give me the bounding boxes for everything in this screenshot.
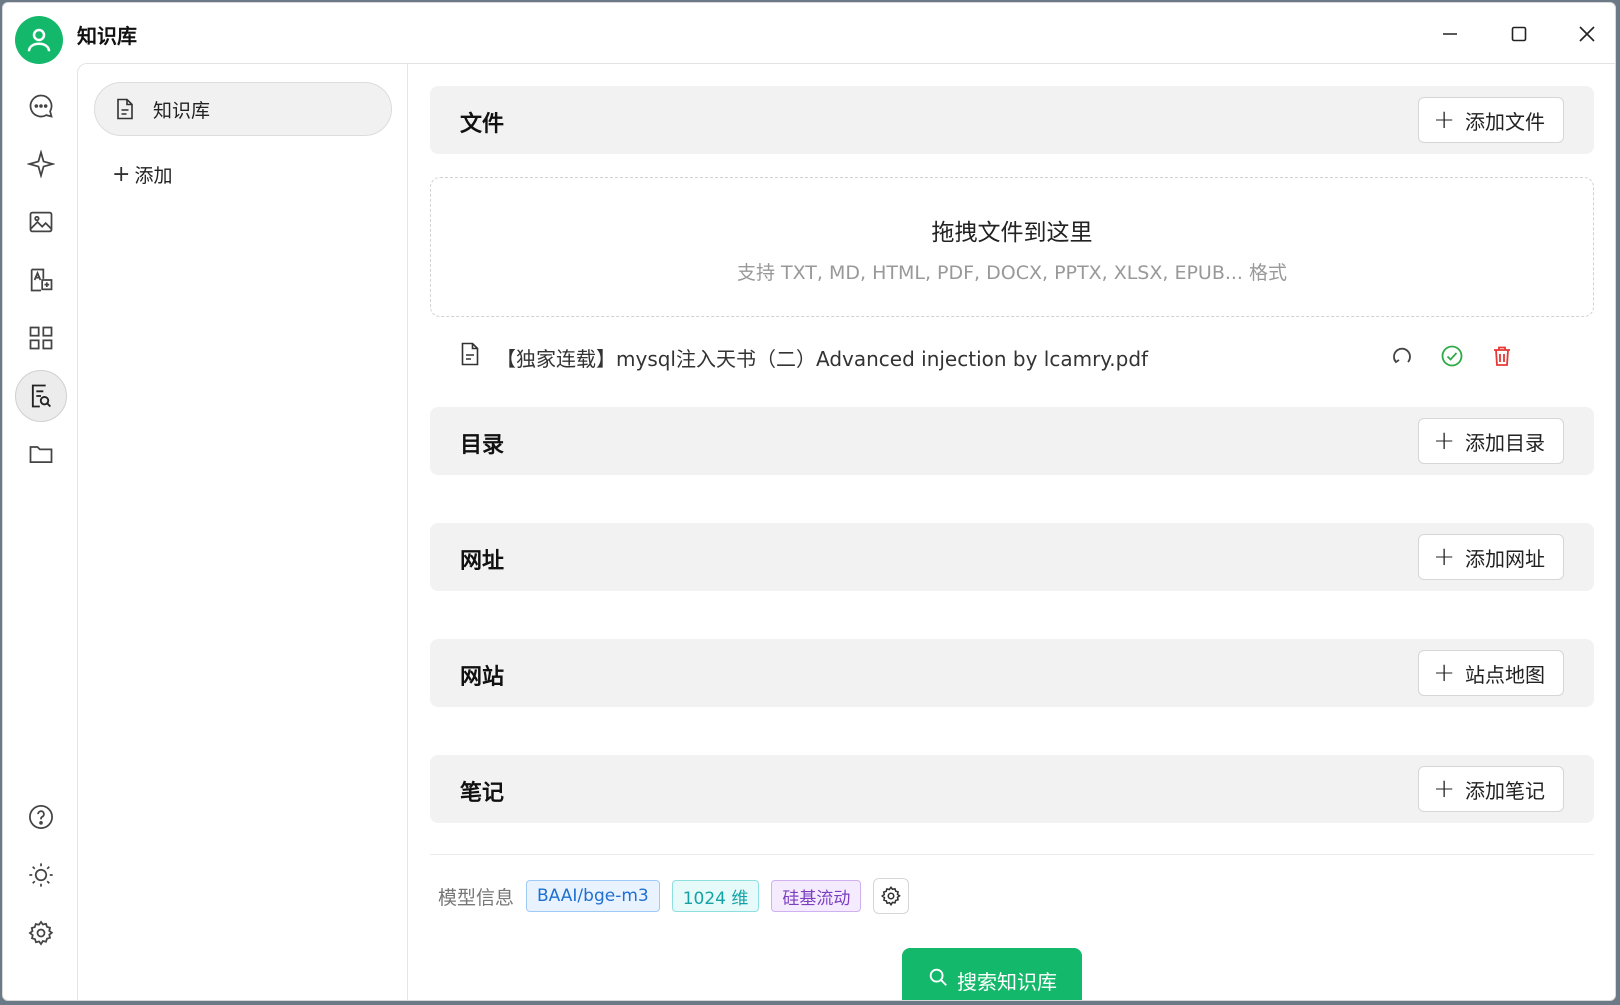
nav-settings[interactable] [15,907,67,959]
dropzone-title: 拖拽文件到这里 [931,220,1093,246]
model-settings-button[interactable] [873,878,910,914]
add-file-button[interactable]: + 添加文件 [1418,97,1564,143]
maximize-icon [1511,26,1527,42]
add-note-label: 添加笔记 [1465,778,1545,803]
minimize-icon [1443,33,1457,35]
document-icon [117,98,133,120]
main-panel: 知识库 + 添加 文件 + 添加文件 拖拽文件到这里 支持 TXT, MD, H… [77,63,1615,1000]
app-window: 知识库 知识库 + 添加 文件 + 添加文件 拖拽文件到这里 支持 TXT, M… [2,2,1616,1001]
nav-chat[interactable] [15,80,67,132]
notes-section-header: 笔记 + 添加笔记 [430,755,1594,823]
file-dropzone[interactable]: 拖拽文件到这里 支持 TXT, MD, HTML, PDF, DOCX, PPT… [430,177,1594,317]
window-title: 知识库 [77,24,137,48]
sun-icon [29,863,53,887]
add-file-label: 添加文件 [1465,109,1545,134]
model-info: 模型信息 BAAI/bge-m3 1024 维 硅基流动 [438,878,910,914]
notes-section-title: 笔记 [460,781,505,806]
url-section-header: 网址 + 添加网址 [430,523,1594,591]
plus-icon: + [1433,542,1455,572]
nav-theme[interactable] [15,849,67,901]
add-note-button[interactable]: + 添加笔记 [1418,766,1564,812]
grid-icon [29,326,53,350]
user-icon [27,28,51,52]
search-knowledge-base-button[interactable]: 搜索知识库 [902,948,1082,1000]
nav-help[interactable] [15,791,67,843]
close-icon [1579,26,1595,42]
trash-icon [1494,346,1510,366]
plus-icon: + [1433,105,1455,135]
directory-section-header: 目录 + 添加目录 [430,407,1594,475]
knowledge-search-icon [31,384,51,408]
folder-icon [29,446,53,464]
website-section-title: 网站 [460,665,505,690]
website-section-header: 网站 + 站点地图 [430,639,1594,707]
files-section-header: 文件 + 添加文件 [430,86,1594,154]
nav-knowledge-base[interactable] [15,370,67,422]
title-bar: 知识库 [3,3,1615,64]
search-button-label: 搜索知识库 [957,970,1057,994]
plus-icon: + [112,161,131,187]
close-button[interactable] [1567,17,1607,51]
add-directory-label: 添加目录 [1465,430,1545,455]
files-section-title: 文件 [460,112,505,137]
minimize-button[interactable] [1430,17,1470,51]
model-dims-tag: 1024 维 [671,880,760,912]
user-avatar[interactable] [15,16,63,64]
knowledge-base-list: 知识库 + 添加 [78,64,408,1000]
check-circle-icon [1441,345,1463,367]
kb-item-label: 知识库 [153,99,211,122]
file-icon [461,342,479,366]
model-provider-tag: 硅基流动 [771,880,862,912]
maximize-button[interactable] [1499,17,1539,51]
divider [430,854,1594,855]
sparkle-icon [27,150,55,178]
refresh-file-button[interactable] [1388,342,1416,370]
gear-icon [28,920,54,946]
directory-section-title: 目录 [460,433,505,458]
dropzone-hint: 支持 TXT, MD, HTML, PDF, DOCX, PPTX, XLSX,… [736,262,1288,284]
nav-apps[interactable] [15,312,67,364]
kb-item-knowledge-base[interactable]: 知识库 [94,82,392,136]
model-name-tag: BAAI/bge-m3 [526,880,660,912]
gear-icon [881,885,902,907]
nav-assistant[interactable] [15,138,67,190]
chat-icon [29,94,53,118]
add-url-button[interactable]: + 添加网址 [1418,534,1564,580]
plus-icon: + [1433,426,1455,456]
file-row: 【独家连载】mysql注入天书（二）Advanced injection by … [430,334,1594,378]
add-url-label: 添加网址 [1465,546,1545,571]
add-knowledge-base-button[interactable]: + 添加 [112,159,172,189]
file-name: 【独家连载】mysql注入天书（二）Advanced injection by … [496,347,1149,371]
file-status-success [1438,342,1466,370]
search-icon [929,968,947,986]
nav-files[interactable] [15,428,67,480]
nav-translate[interactable] [15,254,67,306]
plus-icon: + [1433,774,1455,804]
add-directory-button[interactable]: + 添加目录 [1418,418,1564,464]
sitemap-button[interactable]: + 站点地图 [1418,650,1564,696]
knowledge-base-content: 文件 + 添加文件 拖拽文件到这里 支持 TXT, MD, HTML, PDF,… [430,64,1594,1000]
refresh-icon [1393,347,1411,364]
nav-images[interactable] [15,196,67,248]
sitemap-label: 站点地图 [1465,662,1545,687]
help-icon [29,805,53,829]
nav-rail [3,63,77,1000]
delete-file-button[interactable] [1488,342,1516,370]
plus-icon: + [1433,658,1455,688]
model-info-label: 模型信息 [438,886,515,909]
translate-icon [30,268,53,292]
url-section-title: 网址 [460,549,505,574]
image-icon [29,211,53,233]
add-label: 添加 [134,164,173,187]
